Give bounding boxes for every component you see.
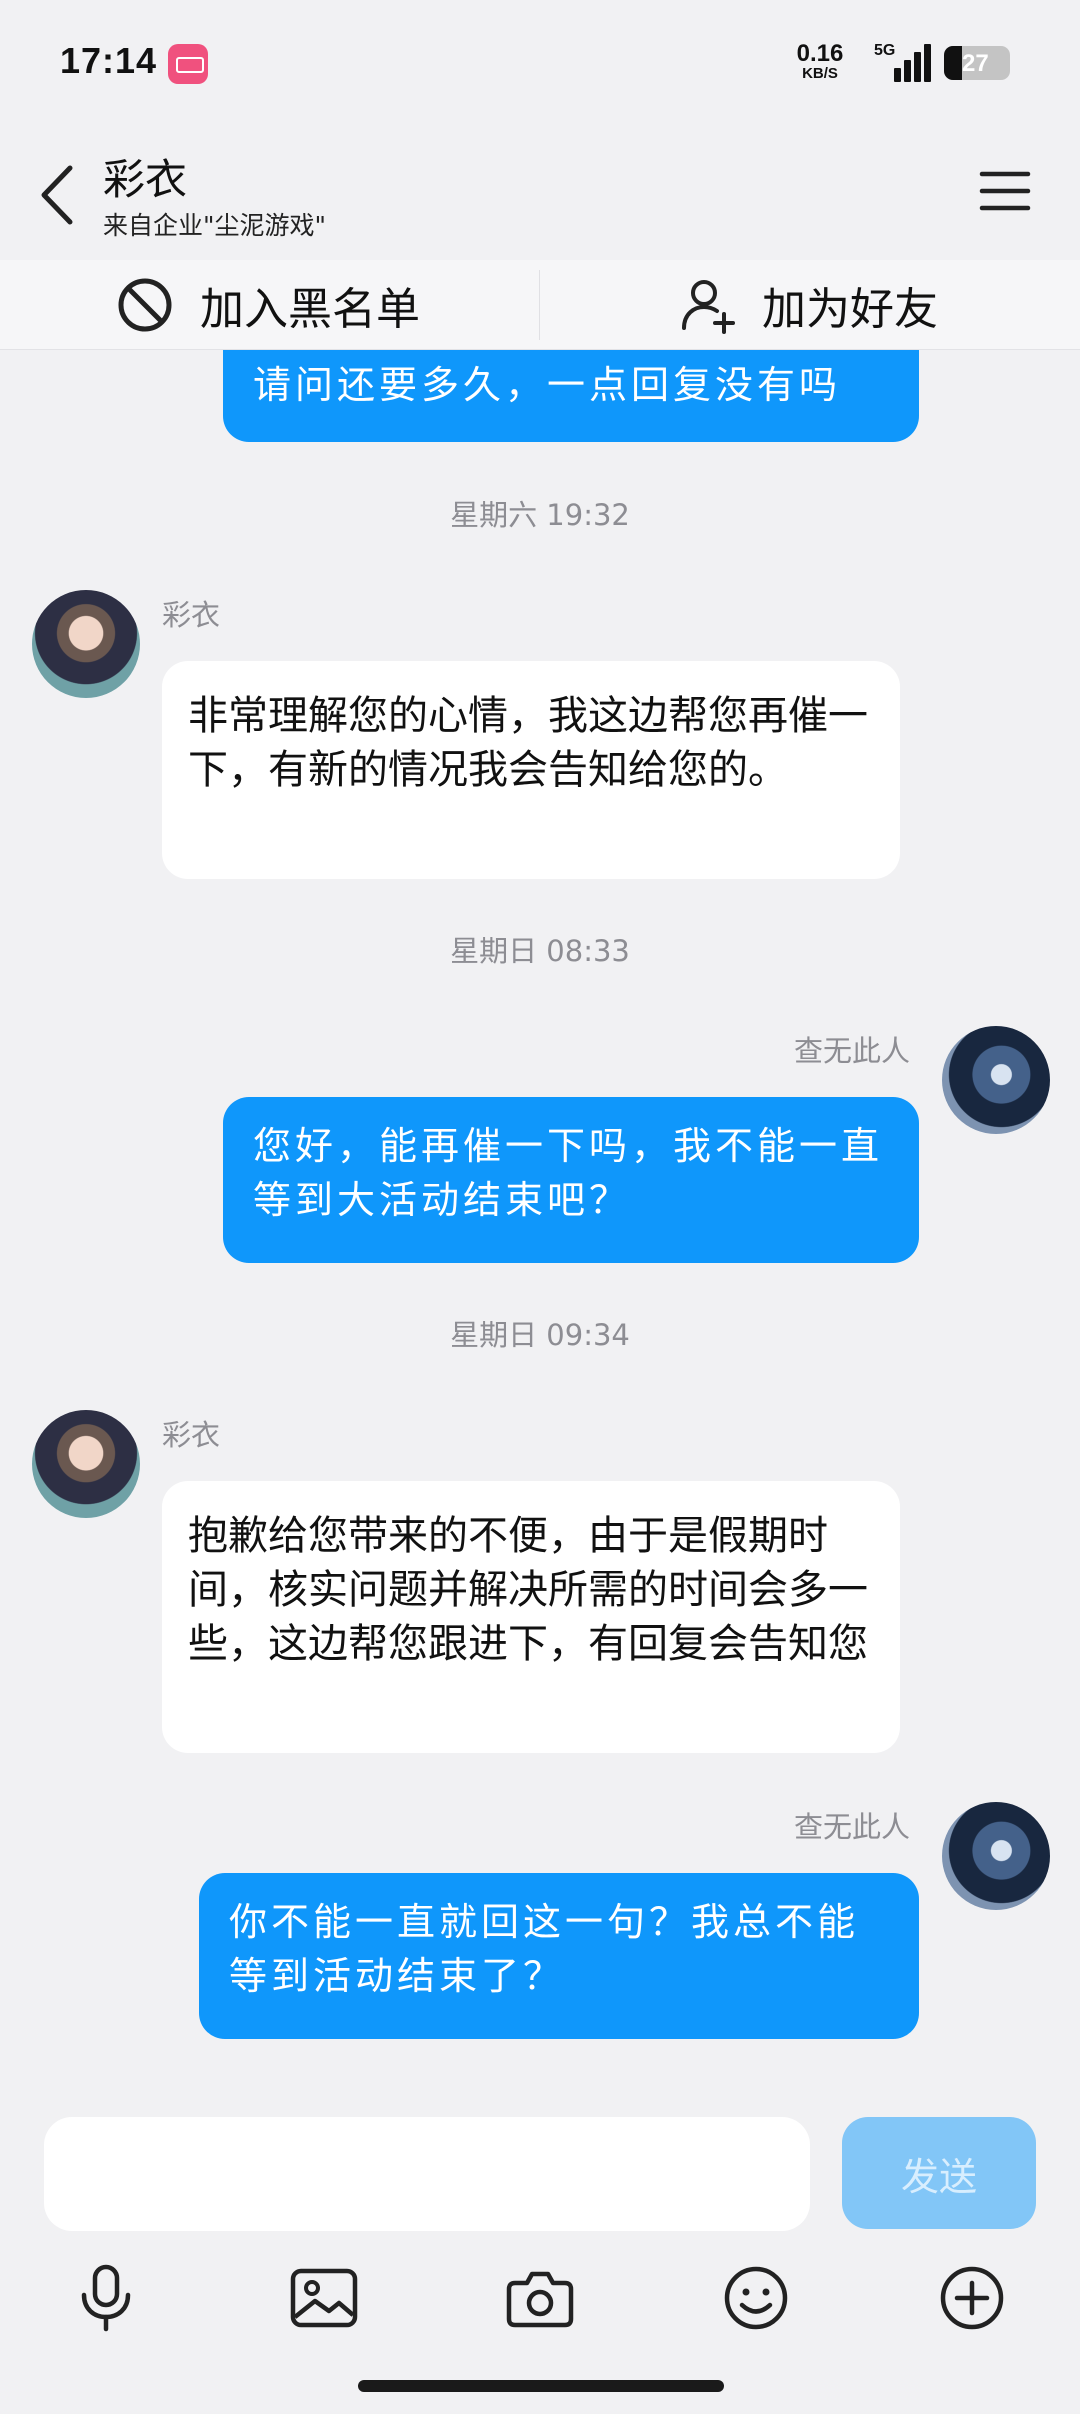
voice-button[interactable] bbox=[66, 2258, 146, 2338]
chat-subtitle: 来自企业"尘泥游戏" bbox=[103, 211, 326, 240]
network-speed-value: 0.16 bbox=[796, 40, 844, 67]
avatar[interactable] bbox=[32, 1410, 140, 1518]
message-input[interactable] bbox=[44, 2117, 810, 2231]
sender-name: 彩衣 bbox=[162, 1418, 221, 1452]
composer: 发送 bbox=[0, 2100, 1080, 2414]
emoji-button[interactable] bbox=[716, 2258, 796, 2338]
microphone-icon bbox=[81, 2264, 131, 2332]
battery-icon: 27 bbox=[944, 46, 1010, 80]
add-user-icon bbox=[682, 280, 735, 334]
image-icon bbox=[290, 2268, 358, 2328]
message-bubble-incoming[interactable]: 抱歉给您带来的不便，由于是假期时间，核实问题并解决所需的时间会多一些，这边帮您跟… bbox=[162, 1481, 900, 1753]
camera-icon bbox=[506, 2271, 574, 2328]
home-indicator[interactable] bbox=[358, 2380, 724, 2392]
action-divider bbox=[539, 270, 540, 340]
avatar[interactable] bbox=[942, 1026, 1050, 1134]
chat-title: 彩衣 bbox=[103, 155, 188, 204]
emoji-icon bbox=[724, 2266, 788, 2330]
message-bubble-outgoing[interactable]: 您好，能再催一下吗，我不能一直等到大活动结束吧？ bbox=[223, 1097, 919, 1263]
chevron-left-icon bbox=[41, 165, 73, 225]
status-bar: 17:14 0.16 KB/S 5G 27 bbox=[0, 0, 1080, 130]
sender-name: 查无此人 bbox=[793, 1810, 910, 1844]
action-bar: 加入黑名单 加为好友 bbox=[0, 260, 1080, 350]
add-friend-label: 加为好友 bbox=[762, 284, 938, 335]
block-button[interactable]: 加入黑名单 bbox=[116, 260, 420, 350]
image-button[interactable] bbox=[284, 2258, 364, 2338]
block-label: 加入黑名单 bbox=[200, 284, 420, 335]
add-friend-button[interactable]: 加为好友 bbox=[680, 260, 938, 350]
more-button[interactable] bbox=[932, 2258, 1012, 2338]
message-timestamp: 星期日 08:33 bbox=[450, 934, 630, 968]
battery-fill bbox=[944, 46, 962, 80]
send-button[interactable]: 发送 bbox=[842, 2117, 1036, 2229]
message-timestamp: 星期日 09:34 bbox=[450, 1318, 630, 1352]
sender-name: 彩衣 bbox=[162, 598, 221, 632]
avatar[interactable] bbox=[32, 590, 140, 698]
network-speed-unit: KB/S bbox=[802, 65, 838, 82]
message-bubble-incoming[interactable]: 非常理解您的心情，我这边帮您再催一下，有新的情况我会告知给您的。 bbox=[162, 661, 900, 879]
back-button[interactable] bbox=[30, 160, 90, 230]
message-list[interactable]: 请问还要多久，一点回复没有吗 星期六 19:32 彩衣 非常理解您的心情，我这边… bbox=[0, 350, 1080, 2100]
menu-button[interactable] bbox=[978, 164, 1032, 218]
status-time: 17:14 bbox=[60, 40, 158, 81]
message-bubble-outgoing[interactable]: 你不能一直就回这一句？我总不能等到活动结束了？ bbox=[199, 1873, 919, 2039]
signal-icon bbox=[884, 44, 931, 82]
block-icon bbox=[118, 278, 172, 332]
message-timestamp: 星期六 19:32 bbox=[450, 498, 630, 532]
plus-icon bbox=[940, 2266, 1004, 2330]
app-notification-icon bbox=[168, 44, 208, 84]
sender-name: 查无此人 bbox=[793, 1034, 910, 1068]
camera-button[interactable] bbox=[500, 2258, 580, 2338]
menu-icon bbox=[979, 171, 1031, 211]
message-bubble-outgoing[interactable]: 请问还要多久，一点回复没有吗 bbox=[223, 350, 919, 442]
network-speed: 0.16 KB/S bbox=[790, 40, 850, 82]
chat-header: 彩衣 来自企业"尘泥游戏" bbox=[0, 130, 1080, 260]
avatar[interactable] bbox=[942, 1802, 1050, 1910]
battery-level: 27 bbox=[962, 50, 989, 77]
